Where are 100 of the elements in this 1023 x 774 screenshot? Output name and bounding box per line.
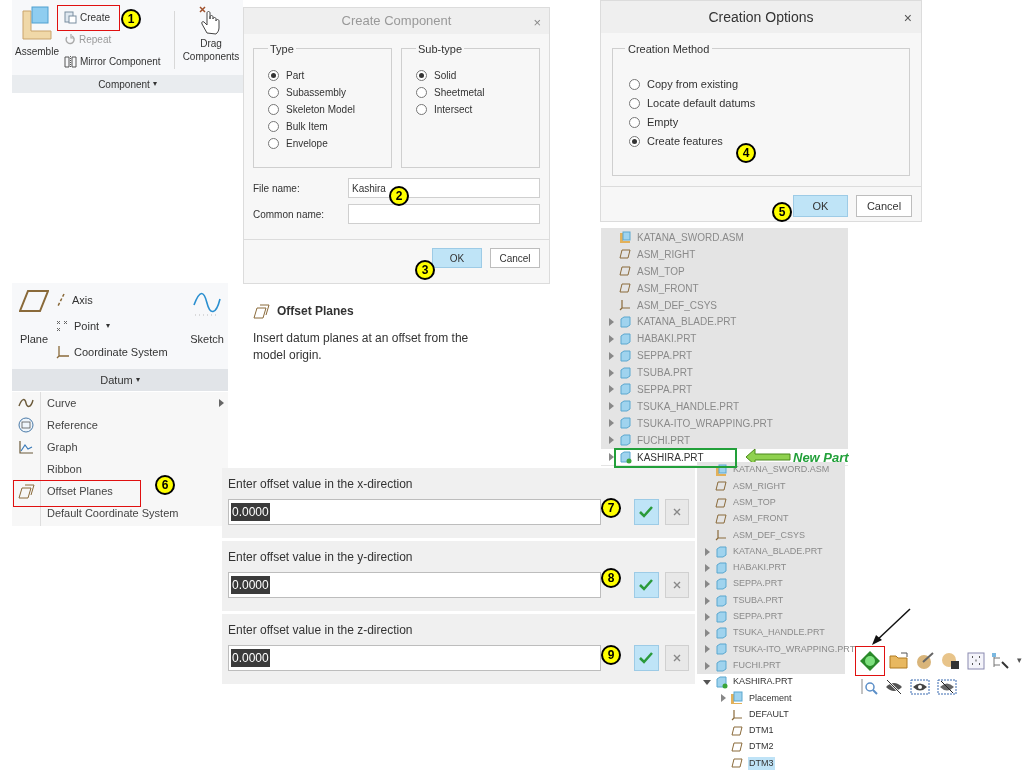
checkmark-icon (639, 579, 654, 591)
appearance-icon[interactable] (941, 652, 961, 670)
mirror-component-button[interactable]: Mirror Component (64, 53, 170, 70)
expand-arrow-icon[interactable] (608, 368, 614, 377)
tree-item[interactable]: KASHIRA.PRT (636, 449, 705, 465)
placement-icon (730, 691, 744, 706)
plane-icon (619, 266, 631, 277)
menu-item[interactable]: Reference (47, 416, 98, 434)
radio-button[interactable] (629, 117, 640, 128)
tree-item[interactable]: KASHIRA.PRT (732, 675, 794, 689)
caret-icon[interactable]: ▾ (1017, 654, 1022, 668)
expand-arrow-icon[interactable] (704, 629, 710, 638)
tree-item[interactable]: Placement (748, 691, 793, 706)
offset-value-field[interactable]: 0.0000 (228, 645, 602, 671)
expand-arrow-icon[interactable] (608, 419, 614, 428)
expand-arrow-icon[interactable] (704, 596, 710, 605)
collapse-arrow-icon[interactable] (703, 679, 711, 685)
expand-arrow-icon[interactable] (704, 645, 710, 654)
checkmark-icon (639, 506, 654, 518)
expand-arrow-icon[interactable] (608, 402, 614, 411)
cancel-button[interactable] (664, 572, 689, 598)
hide-icon[interactable] (885, 679, 903, 695)
tree-item[interactable]: DTM1 (748, 724, 775, 738)
radio-button[interactable] (416, 87, 427, 98)
expand-arrow-icon[interactable] (704, 563, 710, 572)
tree-item[interactable]: DEFAULT (748, 707, 790, 722)
menu-item[interactable]: Graph (47, 438, 78, 456)
expand-arrow-icon[interactable] (608, 453, 614, 461)
field-label: File name: (253, 181, 301, 196)
assemble-button[interactable]: Assemble (12, 5, 62, 75)
filter-tree-icon[interactable] (991, 652, 1011, 670)
cube-icon (715, 643, 727, 656)
menu-item[interactable]: Curve (47, 394, 77, 412)
tree-item[interactable]: DTM2 (748, 740, 775, 754)
reference-icon (18, 417, 34, 433)
radio-button[interactable] (416, 70, 427, 81)
zoom-icon[interactable] (860, 678, 878, 696)
cube-icon (619, 417, 631, 430)
radio-label: Skeleton Model (286, 103, 355, 117)
accept-button[interactable] (634, 499, 659, 525)
common-name-field[interactable] (348, 204, 540, 224)
radio-button[interactable] (268, 121, 279, 132)
expand-arrow-icon[interactable] (704, 580, 710, 589)
drag-components-button[interactable]: Drag Components (179, 5, 243, 75)
accept-button[interactable] (634, 645, 659, 671)
expand-arrow-icon[interactable] (608, 334, 614, 343)
tree-item[interactable]: DTM3 (748, 756, 775, 771)
expand-arrow-icon[interactable] (704, 547, 710, 556)
assembly-icon (715, 464, 727, 477)
radio-button[interactable] (629, 98, 640, 109)
offset-value-field[interactable]: 0.0000 (228, 499, 602, 525)
close-button[interactable]: × (903, 8, 912, 29)
coordinate-system-icon (619, 299, 631, 311)
group-label-bar[interactable]: Component ▾ (12, 75, 243, 93)
cube-icon (715, 627, 727, 640)
cancel-button[interactable]: Cancel (490, 248, 540, 268)
axis-icon (56, 293, 66, 307)
menu-item[interactable]: Default Coordinate System (47, 504, 179, 522)
coordinate-system-icon (731, 708, 743, 721)
radio-button[interactable] (629, 79, 640, 90)
expand-arrow-icon[interactable] (608, 317, 614, 326)
curve-icon (18, 398, 34, 408)
expand-arrow-icon[interactable] (608, 436, 614, 445)
radio-button[interactable] (268, 138, 279, 149)
expand-arrow-icon[interactable] (608, 351, 614, 360)
radio-button[interactable] (268, 87, 279, 98)
plane-icon (731, 758, 743, 769)
close-icon (672, 654, 681, 662)
folder-icon[interactable] (889, 652, 909, 670)
grid-icon[interactable] (967, 652, 985, 670)
expand-arrow-icon[interactable] (720, 694, 726, 703)
axis-button[interactable]: Axis (56, 291, 186, 309)
cube-icon (619, 315, 631, 328)
group-label: Datum (100, 372, 133, 388)
coordinate-system-button[interactable]: Coordinate System (56, 343, 186, 361)
menu-item[interactable]: Ribbon (47, 460, 82, 478)
plane-button[interactable]: Plane (12, 289, 56, 369)
radio-button[interactable] (268, 70, 279, 81)
radio-button[interactable] (268, 104, 279, 115)
cancel-button[interactable] (664, 645, 689, 671)
brush-icon[interactable] (915, 652, 935, 670)
show-icon[interactable] (910, 679, 930, 695)
expand-arrow-icon[interactable] (704, 612, 710, 621)
expand-arrow-icon[interactable] (704, 661, 710, 670)
cancel-button[interactable]: Cancel (856, 195, 912, 217)
ok-button[interactable]: OK (432, 248, 482, 268)
menu-item[interactable]: Offset Planes (47, 482, 113, 500)
accept-button[interactable] (634, 572, 659, 598)
plane-icon (619, 283, 631, 294)
radio-button[interactable] (416, 104, 427, 115)
point-button[interactable]: Point ▾ (56, 317, 186, 335)
group-label-bar[interactable]: Datum ▾ (12, 369, 228, 391)
ok-button[interactable]: OK (793, 195, 848, 217)
hidden-icon[interactable] (937, 679, 957, 695)
offset-value-field[interactable]: 0.0000 (228, 572, 602, 598)
expand-arrow-icon[interactable] (608, 385, 614, 394)
radio-button[interactable] (629, 136, 640, 147)
cube-icon (619, 383, 631, 396)
cancel-button[interactable] (664, 499, 689, 525)
sketch-button[interactable]: Sketch (186, 289, 228, 369)
